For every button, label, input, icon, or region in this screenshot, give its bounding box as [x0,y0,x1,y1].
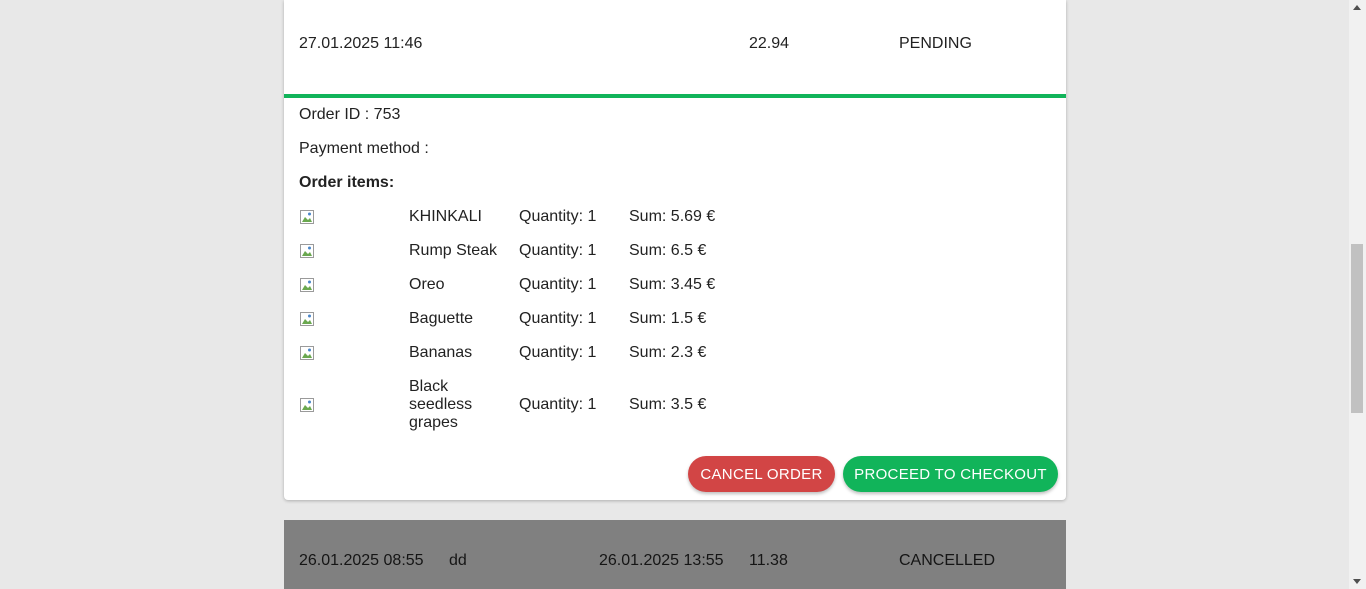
item-sum: Sum: 2.3 € [629,344,707,361]
item-quantity: Quantity: 1 [519,310,597,327]
order-updated-date: 26.01.2025 13:55 [599,552,724,569]
item-sum: Sum: 3.5 € [629,396,707,413]
order-status: CANCELLED [899,552,996,569]
order-items-heading: Order items: [299,174,395,191]
item-sum: Sum: 1.5 € [629,310,707,327]
item-quantity: Quantity: 1 [519,276,597,293]
item-sum: Sum: 3.45 € [629,276,716,293]
broken-image-icon [299,277,315,293]
item-name: Baguette [409,310,474,327]
item-quantity: Quantity: 1 [519,396,597,413]
order-status: PENDING [899,35,972,52]
broken-image-icon [299,243,315,259]
item-name: Bananas [409,344,473,361]
broken-image-icon [299,209,315,225]
scroll-down-arrow-icon[interactable] [1353,579,1361,584]
item-name: Oreo [409,276,445,293]
order-total: 22.94 [749,35,790,52]
active-order-divider [284,94,1066,98]
order-date: 27.01.2025 11:46 [299,35,423,52]
scrollbar-thumb[interactable] [1351,244,1363,413]
item-name: KHINKALI [409,208,482,225]
broken-image-icon [299,397,315,413]
proceed-to-checkout-button[interactable]: PROCEED TO CHECKOUT [843,456,1058,492]
item-name: Rump Steak [409,242,498,259]
item-sum: Sum: 6.5 € [629,242,707,259]
order-note: dd [449,552,467,569]
order-id: Order ID : 753 [299,106,401,123]
order-summary-row-cancelled[interactable]: 26.01.2025 08:55 dd 26.01.2025 13:55 11.… [284,520,1066,589]
item-quantity: Quantity: 1 [519,208,597,225]
item-name: Black seedless grapes [409,378,473,431]
payment-method: Payment method : [299,140,429,157]
order-summary-row[interactable]: 27.01.2025 11:46 22.94 PENDING [284,0,1066,94]
broken-image-icon [299,311,315,327]
item-quantity: Quantity: 1 [519,242,597,259]
item-sum: Sum: 5.69 € [629,208,716,225]
scroll-up-arrow-icon[interactable] [1353,5,1361,10]
order-total: 11.38 [749,552,788,569]
cancel-order-button[interactable]: CANCEL ORDER [688,456,835,492]
item-quantity: Quantity: 1 [519,344,597,361]
order-date: 26.01.2025 08:55 [299,552,424,569]
vertical-scrollbar[interactable] [1349,0,1366,589]
broken-image-icon [299,345,315,361]
order-card: 27.01.2025 11:46 22.94 PENDING Order ID … [284,0,1066,500]
